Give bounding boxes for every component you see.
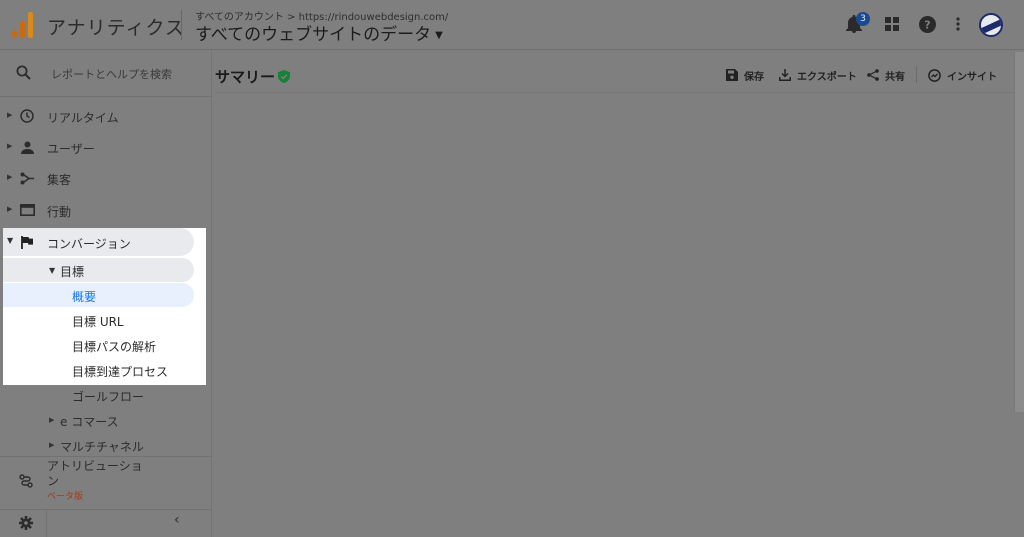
top-bar: アナリティクス すべてのアカウント > https://rindouwebdes… — [0, 0, 1024, 50]
search-icon — [16, 65, 31, 84]
collapse-sidebar-icon[interactable]: ‹ — [174, 512, 180, 528]
expand-arrow-icon: ▶ — [7, 142, 13, 150]
view-selector[interactable]: すべてのウェブサイトのデータ ▼ — [195, 20, 443, 45]
header-divider — [181, 10, 182, 40]
notification-badge: 3 — [856, 12, 870, 26]
share-icon — [867, 69, 879, 81]
avatar[interactable] — [979, 13, 1003, 37]
sidebar-item-label: リアルタイム — [47, 111, 119, 125]
insights-icon — [928, 68, 941, 82]
sidebar-item-ecommerce[interactable]: ▶ e コマース — [0, 408, 212, 432]
export-label: エクスポート — [797, 71, 857, 83]
sidebar-item-label: 目標 URL — [72, 315, 124, 329]
content-divider — [215, 92, 1015, 93]
sidebar-divider — [0, 456, 212, 457]
behavior-icon — [19, 202, 35, 218]
sidebar-item-label: 集客 — [47, 173, 72, 187]
expand-arrow-icon: ▶ — [7, 205, 13, 213]
insights-button[interactable]: インサイト — [928, 68, 997, 83]
expand-arrow-icon: ▶ — [7, 111, 13, 119]
share-label: 共有 — [885, 71, 905, 83]
insights-label: インサイト — [947, 71, 997, 83]
view-title: すべてのウェブサイトのデータ — [195, 25, 432, 45]
svg-text:?: ? — [924, 18, 930, 31]
expand-arrow-icon: ▶ — [49, 441, 55, 449]
verified-shield-icon — [278, 68, 290, 83]
sidebar-item-reverse-goal-path[interactable]: 目標パスの解析 — [0, 333, 212, 357]
app-title: アナリティクス — [47, 17, 185, 39]
sidebar-item-label: 概要 — [72, 290, 97, 304]
expand-arrow-icon: ▶ — [7, 173, 13, 181]
collapse-arrow-icon: ▼ — [7, 236, 14, 245]
scrollbar[interactable] — [1014, 52, 1024, 412]
expand-arrow-icon: ▶ — [49, 416, 55, 424]
report-search[interactable]: レポートとヘルプを検索 — [0, 51, 212, 97]
sidebar-item-label: e コマース — [60, 415, 119, 429]
sidebar-footer-divider — [0, 509, 212, 510]
save-button[interactable]: 保存 — [726, 68, 764, 83]
sidebar-item-conversions[interactable]: ▼ コンバージョン — [0, 227, 212, 257]
export-button[interactable]: エクスポート — [779, 68, 857, 83]
page-title: サマリー — [215, 68, 276, 86]
sidebar-item-goal-flow[interactable]: ゴールフロー — [0, 383, 212, 407]
gear-icon[interactable] — [19, 515, 33, 534]
analytics-logo-icon[interactable] — [12, 12, 34, 38]
sidebar-item-goals[interactable]: ▼ 目標 — [0, 258, 212, 282]
sidebar-item-acquisition[interactable]: ▶ 集客 — [0, 163, 212, 193]
search-input[interactable]: レポートとヘルプを検索 — [51, 66, 172, 82]
attribution-icon — [19, 473, 33, 492]
sidebar-item-label: 目標到達プロセス — [72, 365, 169, 379]
sidebar-item-attribution[interactable]: アトリビューション — [47, 459, 147, 489]
sidebar-item-label: 目標パスの解析 — [72, 340, 157, 354]
sidebar-item-label: 行動 — [47, 205, 72, 219]
dropdown-caret-icon: ▼ — [435, 29, 443, 41]
apps-grid-icon[interactable] — [882, 14, 902, 34]
sidebar-item-funnel-visualization[interactable]: 目標到達プロセス — [0, 358, 212, 382]
sidebar-item-behavior[interactable]: ▶ 行動 — [0, 195, 212, 225]
sidebar-footer-separator — [46, 509, 47, 537]
download-icon — [779, 69, 791, 81]
acquisition-icon — [19, 170, 35, 186]
save-label: 保存 — [744, 71, 764, 83]
toolbar-divider — [916, 66, 917, 83]
sidebar-item-users[interactable]: ▶ ユーザー — [0, 132, 212, 162]
sidebar-item-realtime[interactable]: ▶ リアルタイム — [0, 101, 212, 131]
sidebar-item-label: 目標 — [60, 265, 85, 279]
flag-icon — [19, 234, 35, 250]
clock-icon — [19, 108, 35, 124]
sidebar-item-label: コンバージョン — [47, 237, 131, 251]
sidebar-item-label: ユーザー — [47, 142, 95, 156]
sidebar-item-label: マルチチャネル — [60, 440, 144, 454]
help-icon[interactable]: ? — [917, 14, 937, 34]
sidebar-item-multichannel[interactable]: ▶ マルチチャネル — [0, 433, 212, 457]
sidebar-item-goal-urls[interactable]: 目標 URL — [0, 308, 212, 332]
share-button[interactable]: 共有 — [867, 68, 905, 83]
sidebar-item-goals-overview[interactable]: 概要 — [0, 283, 212, 307]
sidebar-item-label: ゴールフロー — [72, 390, 145, 404]
save-icon — [726, 69, 738, 81]
beta-badge: ベータ版 — [47, 492, 84, 502]
collapse-arrow-icon: ▼ — [49, 266, 56, 275]
person-icon — [19, 139, 35, 155]
more-vert-icon[interactable] — [948, 14, 968, 34]
